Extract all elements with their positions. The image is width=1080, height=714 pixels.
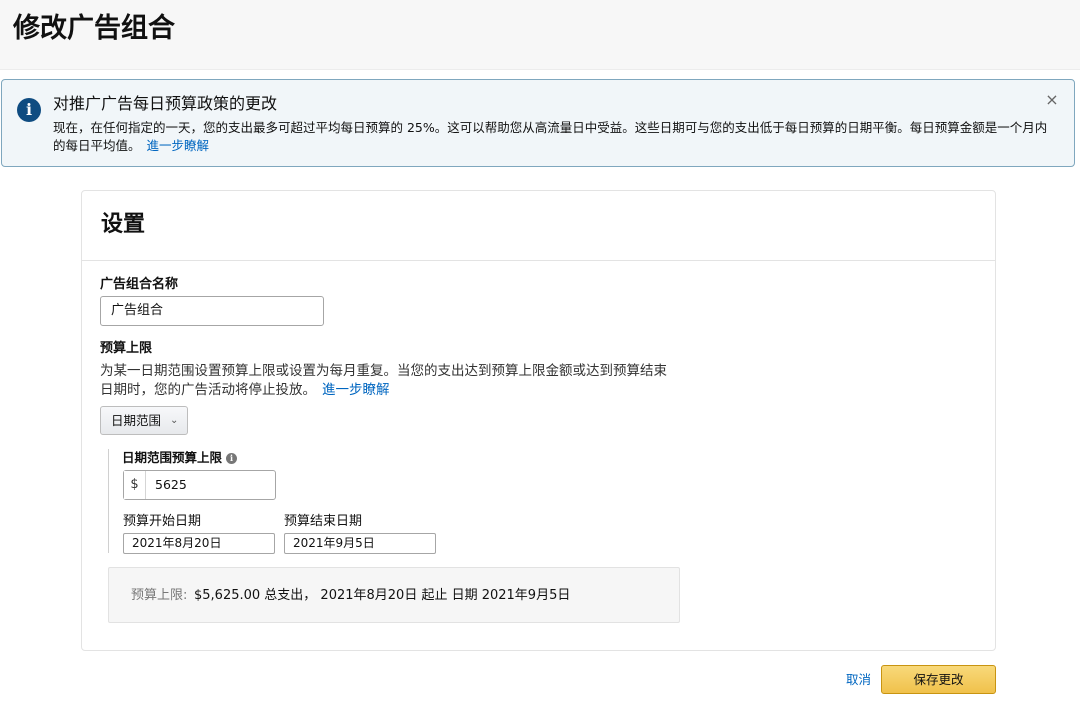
summary-text: $5,625.00 总支出， 2021年8月20日 起止 日期 2021年9月5… xyxy=(194,588,571,603)
page-title: 修改广告组合 xyxy=(13,13,175,44)
budget-summary: 预算上限: $5,625.00 总支出， 2021年8月20日 起止 日期 20… xyxy=(108,567,680,623)
info-icon: i xyxy=(17,98,41,122)
settings-card-header: 设置 xyxy=(82,191,995,261)
date-range-cap-label-text: 日期范围预算上限 xyxy=(122,450,223,465)
alert-title: 对推广广告每日预算政策的更改 xyxy=(53,94,278,113)
alert-learn-more-link[interactable]: 進一步瞭解 xyxy=(147,138,210,153)
start-date-input[interactable]: 2021年8月20日 xyxy=(123,533,275,554)
cap-amount-input[interactable]: $ 5625 xyxy=(123,470,276,500)
settings-card: 设置 广告组合名称 广告组合 预算上限 为某一日期范围设置预算上限或设置为每月重… xyxy=(81,190,996,651)
date-range-section: 日期范围预算上限 i $ 5625 预算开始日期 预算结束日期 2021年8月20… xyxy=(108,449,468,554)
alert-body: 现在，在任何指定的一天，您的支出最多可超过平均每日预算的 25%。这可以帮助您从… xyxy=(53,119,1053,155)
settings-title: 设置 xyxy=(101,212,146,237)
cancel-button[interactable]: 取消 xyxy=(846,672,871,688)
currency-symbol: $ xyxy=(124,471,146,499)
policy-alert: i 对推广广告每日预算政策的更改 现在，在任何指定的一天，您的支出最多可超过平均… xyxy=(1,79,1075,167)
budget-cap-description: 为某一日期范围设置预算上限或设置为每月重复。当您的支出达到预算上限金额或达到预算… xyxy=(100,362,680,400)
cap-amount-value: 5625 xyxy=(155,477,187,492)
page-header: 修改广告组合 xyxy=(0,0,1080,70)
budget-learn-more-link[interactable]: 進一步瞭解 xyxy=(322,382,390,398)
close-icon[interactable]: × xyxy=(1042,90,1062,110)
portfolio-name-input[interactable]: 广告组合 xyxy=(100,296,324,326)
end-date-label: 预算结束日期 xyxy=(284,514,363,529)
budget-cap-label: 预算上限 xyxy=(100,341,153,356)
end-date-input[interactable]: 2021年9月5日 xyxy=(284,533,436,554)
start-date-label: 预算开始日期 xyxy=(123,514,202,529)
summary-label: 预算上限: xyxy=(131,588,188,603)
info-icon[interactable]: i xyxy=(226,453,238,464)
date-range-cap-label: 日期范围预算上限 i xyxy=(122,449,238,467)
budget-type-value: 日期范围 xyxy=(111,413,162,428)
save-changes-button[interactable]: 保存更改 xyxy=(881,665,996,694)
chevron-down-icon: ⌄ xyxy=(170,415,179,426)
portfolio-name-label: 广告组合名称 xyxy=(100,277,179,292)
budget-type-dropdown[interactable]: 日期范围 ⌄ xyxy=(100,406,188,435)
